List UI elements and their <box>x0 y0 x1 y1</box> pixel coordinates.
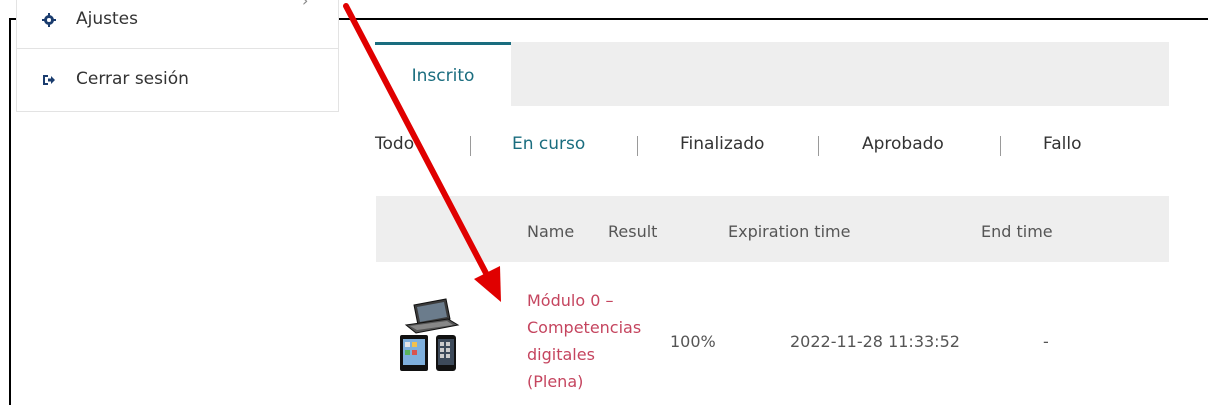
sidebar-menu: Ajustes › Cerrar sesión <box>16 0 339 112</box>
column-header-end-time[interactable]: End time <box>981 222 1053 241</box>
filter-separator <box>470 136 471 156</box>
sign-out-icon <box>42 72 56 86</box>
filter-separator <box>1000 136 1001 156</box>
gear-icon <box>42 12 56 27</box>
sidebar-item-label: Ajustes <box>76 8 138 29</box>
sidebar-item-label: Cerrar sesión <box>76 69 189 89</box>
sidebar-item-cerrar-sesion[interactable]: Cerrar sesión <box>17 51 338 107</box>
filter-separator <box>818 136 819 156</box>
tab-inscrito[interactable]: Inscrito <box>375 42 511 106</box>
filter-todo[interactable]: Todo <box>375 134 414 154</box>
end-time-cell: - <box>1043 332 1049 351</box>
filter-fallo[interactable]: Fallo <box>1043 134 1081 154</box>
status-filter-bar: Todo En curso Finalizado Aprobado Fallo <box>0 134 1208 158</box>
expiration-time-cell: 2022-11-28 11:33:52 <box>790 332 960 351</box>
chevron-right-icon: › <box>302 0 309 10</box>
result-cell: 100% <box>670 332 716 351</box>
table-row <box>376 262 1169 405</box>
filter-separator <box>637 136 638 156</box>
filter-finalizado[interactable]: Finalizado <box>680 134 764 154</box>
column-header-name[interactable]: Name <box>527 222 574 241</box>
devices-icon <box>392 297 467 372</box>
course-link[interactable]: Módulo 0 – Competencias digitales (Plena… <box>527 287 667 395</box>
filter-aprobado[interactable]: Aprobado <box>862 134 944 154</box>
sidebar-item-ajustes[interactable]: Ajustes › <box>17 0 338 49</box>
filter-en-curso[interactable]: En curso <box>512 134 585 154</box>
column-header-result[interactable]: Result <box>608 222 657 241</box>
column-header-expiration-time[interactable]: Expiration time <box>728 222 850 241</box>
